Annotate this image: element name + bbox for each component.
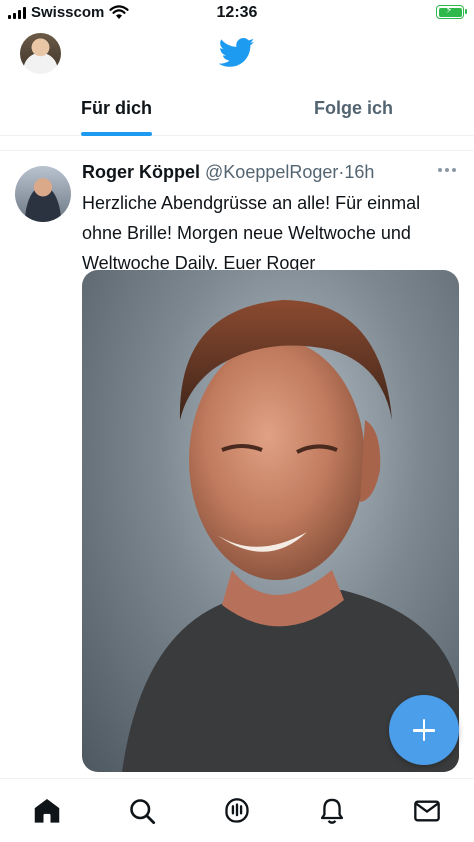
- nav-search[interactable]: [128, 797, 156, 825]
- home-icon: [34, 798, 60, 823]
- bell-icon: [320, 798, 344, 824]
- tweet-timestamp[interactable]: 16h: [344, 162, 374, 182]
- battery-icon: [436, 5, 467, 19]
- nav-messages[interactable]: [413, 797, 441, 825]
- tweet-author-avatar[interactable]: [15, 166, 71, 222]
- more-options-icon[interactable]: [438, 168, 456, 172]
- tweet-photo[interactable]: [82, 270, 459, 772]
- bottom-nav: [0, 778, 474, 842]
- tweet-author-name[interactable]: Roger Köppel: [82, 162, 200, 182]
- search-icon: [130, 799, 156, 825]
- profile-avatar[interactable]: [20, 33, 61, 74]
- tab-following[interactable]: Folge ich: [314, 98, 393, 119]
- divider: [0, 137, 474, 151]
- nav-spaces[interactable]: [223, 797, 251, 825]
- nav-notifications[interactable]: [318, 797, 346, 825]
- compose-tweet-button[interactable]: [389, 695, 459, 765]
- timeline-tabs: Für dich Folge ich: [0, 86, 474, 136]
- nav-home[interactable]: [33, 797, 61, 825]
- spaces-icon: [225, 798, 249, 823]
- tweet-text: Herzliche Abendgrüsse an alle! Für einma…: [82, 193, 421, 273]
- twitter-bird-icon[interactable]: [219, 38, 255, 68]
- tweet-author-handle[interactable]: @KoeppelRoger: [205, 162, 338, 182]
- tab-for-you[interactable]: Für dich: [81, 98, 152, 119]
- status-time: 12:36: [216, 4, 258, 21]
- active-tab-indicator: [81, 132, 152, 136]
- status-bar: Swisscom 12:36: [0, 0, 474, 28]
- portrait-image: [122, 300, 459, 772]
- tweet-header: Roger Köppel @KoeppelRoger·16h: [82, 162, 374, 183]
- mail-icon: [414, 800, 440, 822]
